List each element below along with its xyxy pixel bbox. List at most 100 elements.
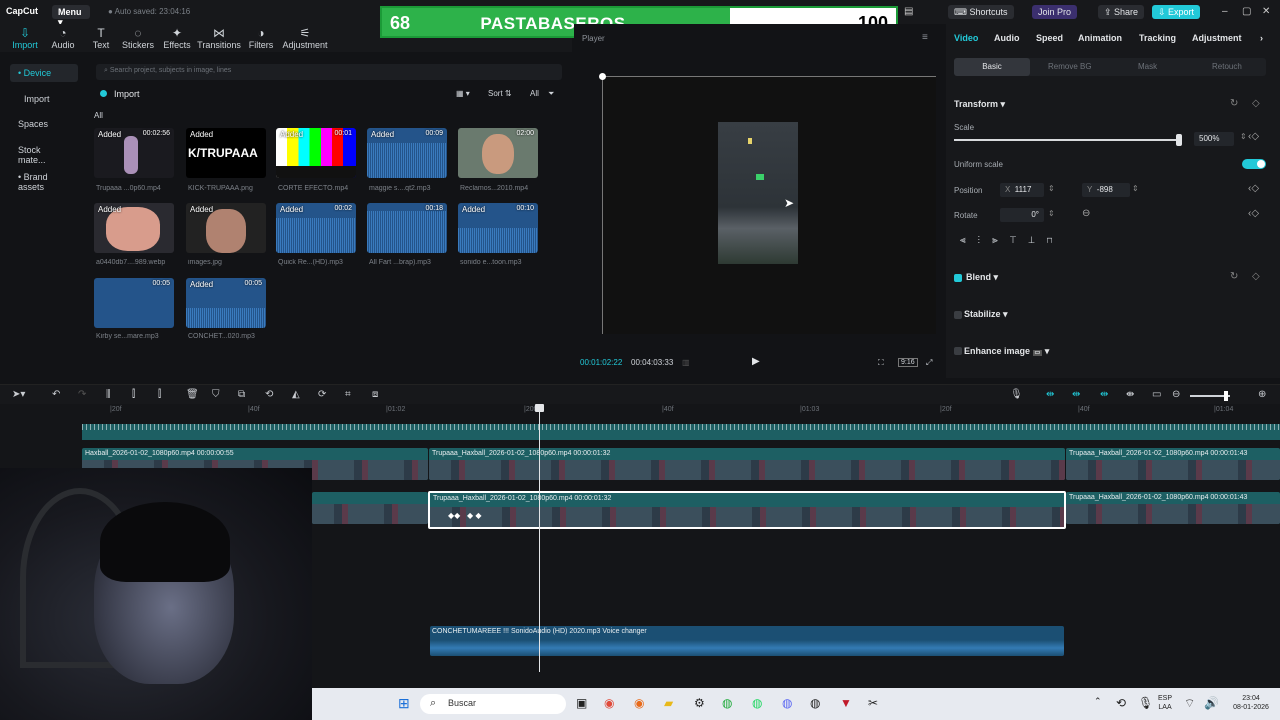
join-pro-button[interactable]: Join Pro [1032, 5, 1078, 19]
zoom-out-icon[interactable]: ⊖ [1172, 389, 1180, 400]
blend-checkbox[interactable] [954, 274, 962, 282]
timeline-clip[interactable] [312, 492, 428, 524]
subtab-mask[interactable]: Mask [1138, 62, 1157, 71]
media-item[interactable]: Added 00:01 [276, 128, 356, 178]
fit-icon[interactable]: ⛶ [878, 358, 884, 368]
tab-audio-inspector[interactable]: Audio [994, 33, 1020, 43]
zoom-slider-knob[interactable] [1224, 391, 1228, 401]
sync-icon[interactable]: ⟲ [1116, 696, 1126, 710]
github-icon[interactable]: ◍ [810, 696, 820, 710]
stepper-icon[interactable]: ⇕ [1132, 184, 1139, 193]
share-button[interactable]: ⇪ Share [1098, 5, 1145, 19]
mic-icon[interactable]: 🎙 [1138, 696, 1153, 710]
tab-filters[interactable]: ◑ Filters [246, 27, 276, 51]
stabilize-checkbox[interactable] [954, 311, 962, 319]
tab-video[interactable]: Video [954, 33, 978, 43]
track-top-strip[interactable] [82, 424, 1280, 440]
subtab-remove-bg[interactable]: Remove BG [1048, 62, 1092, 71]
tab-stickers[interactable]: ◌ Stickers [120, 27, 156, 51]
timeline-clip[interactable]: Trupaaa_Haxball_2026-01-02_1080p60.mp4 0… [1066, 492, 1280, 524]
tab-animation[interactable]: Animation [1078, 33, 1122, 43]
tab-tracking[interactable]: Tracking [1139, 33, 1176, 43]
split-left-icon[interactable]: ⫿ [132, 389, 135, 400]
settings-icon[interactable]: ⚙ [694, 696, 705, 710]
wifi-icon[interactable]: ⌔ [1184, 696, 1195, 711]
tab-adjustment-inspector[interactable]: Adjustment [1192, 33, 1242, 43]
align-icons[interactable]: ⫷⫶⫸⊤⊥⊓ [960, 235, 1064, 246]
player-menu-icon[interactable]: ≡ [922, 32, 928, 43]
stepper-icon[interactable]: ⇕ [1048, 209, 1055, 218]
ai-tools-icon[interactable]: ⧈ [372, 389, 378, 400]
preview-icon[interactable]: ▭ [1152, 389, 1161, 400]
rotate-input[interactable]: 0° [1000, 208, 1044, 222]
capcut-icon[interactable]: ✂ [868, 696, 878, 710]
reset-icon[interactable]: ↻ [1230, 271, 1238, 282]
ratio-button[interactable]: 9:16 [898, 358, 918, 367]
spotify-icon[interactable]: ◍ [752, 696, 762, 710]
media-item[interactable]: Added [186, 203, 266, 253]
chrome-icon[interactable]: ◉ [604, 696, 614, 710]
filter-all-button[interactable]: All [530, 89, 539, 98]
media-item[interactable]: Added 00:05 [186, 278, 266, 328]
media-item[interactable]: K/TRUPAAA Added [186, 128, 266, 178]
tab-transitions[interactable]: ⋈ Transitions [197, 27, 241, 51]
timeline-clip-selected[interactable]: Trupaaa_Haxball_2026-01-02_1080p60.mp4 0… [428, 491, 1066, 529]
timeline-clip[interactable]: Trupaaa_Haxball_2026-01-02_1080p60.mp4 0… [1066, 448, 1280, 480]
sort-button[interactable]: Sort ⇅ [488, 89, 512, 98]
close-icon[interactable]: ✕ [1262, 6, 1270, 17]
menu-button[interactable]: Menu ▾ [52, 5, 90, 27]
transform-section[interactable]: Transform ▾ [954, 99, 1005, 110]
audio-clip[interactable]: CONCHETUMAREEE !!! SonidoAudio (HD) 2020… [430, 626, 1064, 656]
layout-icon[interactable]: ▤ [904, 6, 913, 17]
reverse-icon[interactable]: ⟲ [265, 389, 273, 400]
delete-icon[interactable]: 🗑 [186, 389, 199, 400]
video-preview[interactable] [718, 122, 798, 264]
nav-brand-assets[interactable]: • Brand assets [10, 168, 78, 192]
tab-adjustment[interactable]: ⚟ Adjustment [282, 27, 328, 51]
crop-icon[interactable]: ⌗ [345, 389, 351, 400]
blend-section[interactable]: Blend ▾ [966, 272, 998, 283]
nav-device[interactable]: • Device [10, 64, 78, 82]
undo-icon[interactable]: ↶ [52, 389, 60, 400]
keyframe-icon[interactable]: ‹◇ [1248, 131, 1259, 142]
language-indicator[interactable]: ESP LAA [1158, 694, 1172, 712]
marker-icon[interactable]: ⛉ [212, 389, 220, 400]
keyframe-icon[interactable]: ◇ [1252, 271, 1260, 282]
select-tool-icon[interactable]: ➤▾ [12, 389, 25, 400]
split-icon[interactable]: ⫼ [106, 389, 111, 400]
media-item[interactable]: Added 00:02:56 [94, 128, 174, 178]
discord-icon[interactable]: ◍ [782, 696, 792, 710]
zoom-in-icon[interactable]: ⊕ [1258, 389, 1266, 400]
scale-slider-knob[interactable] [1176, 134, 1182, 146]
time-ruler[interactable]: |20f |40f |01:02 |20f |40f |01:03 |20f |… [0, 404, 1280, 418]
view-toggle-icon[interactable]: ▦ ▾ [456, 89, 470, 98]
keyframe-icon[interactable]: ‹◇ [1248, 208, 1259, 219]
taskbar-search[interactable]: ⌕ Buscar [420, 694, 566, 714]
windows-start-icon[interactable]: ⊞ [398, 695, 410, 712]
tab-effects[interactable]: ✦ Effects [162, 27, 192, 51]
uniform-scale-toggle[interactable] [1242, 159, 1266, 169]
subtab-basic[interactable]: Basic [954, 58, 1030, 76]
stabilize-section[interactable]: Stabilize ▾ [964, 309, 1008, 320]
whatsapp-icon[interactable]: ◍ [722, 696, 732, 710]
enhance-checkbox[interactable] [954, 347, 962, 355]
canvas-handle[interactable] [599, 73, 606, 80]
export-button[interactable]: ⇩ Export [1152, 5, 1201, 19]
keyframe-icon[interactable]: ◇ [1252, 98, 1260, 109]
shortcuts-button[interactable]: ⌨ Shortcuts [948, 5, 1014, 19]
app-icon[interactable]: ▼ [840, 696, 852, 710]
maximize-icon[interactable]: ▢ [1242, 6, 1251, 17]
media-item[interactable]: 02:00 [458, 128, 538, 178]
volume-icon[interactable]: 🔊 [1204, 696, 1219, 710]
preview-axis-icon[interactable]: ⇹ [1100, 389, 1108, 400]
filter-icon[interactable]: ⏷ [548, 89, 554, 99]
media-item[interactable]: Added 00:02 [276, 203, 356, 253]
stepper-icon[interactable]: ⇕ [1048, 184, 1055, 193]
tab-import[interactable]: ⇩ Import [10, 27, 40, 51]
media-item[interactable]: Added [94, 203, 174, 253]
scale-input[interactable]: 500% [1194, 132, 1234, 146]
chevron-right-icon[interactable]: › [1260, 33, 1263, 43]
nav-stock-material[interactable]: Stock mate... [10, 141, 78, 165]
stepper-icon[interactable]: ⇕ [1240, 132, 1247, 141]
split-screen-icon[interactable]: ⇼ [1126, 389, 1134, 400]
